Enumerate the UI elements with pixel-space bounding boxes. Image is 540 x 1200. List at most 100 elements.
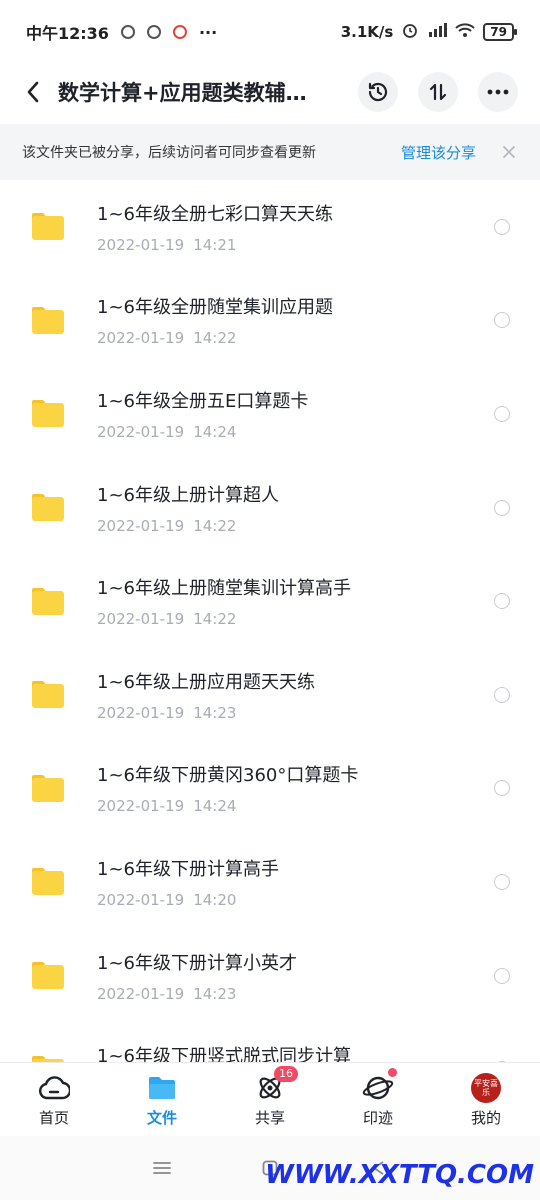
file-name: 1~6年级下册计算高手 <box>97 858 279 880</box>
nav-mine-label: 我的 <box>470 1108 501 1127</box>
atom-share-icon: 16 <box>254 1065 298 1104</box>
folder-icon <box>32 400 64 428</box>
watermark-text: WWW.XXTTQ.COM <box>265 1160 534 1190</box>
chevron-left-icon <box>27 81 39 103</box>
nav-share-label: 共享 <box>254 1108 285 1127</box>
file-row[interactable]: 1~6年级全册随堂集训应用题 2022-01-19 14:22 <box>0 274 540 368</box>
file-name: 1~6年级全册七彩口算天天练 <box>97 203 333 225</box>
file-row[interactable]: 1~6年级下册竖式脱式同步计算 <box>0 1022 540 1062</box>
nav-files-label: 文件 <box>146 1108 177 1127</box>
app-notification-icon-3 <box>172 25 187 39</box>
battery-indicator: 79 <box>483 23 517 41</box>
nav-footprint-label: 印迹 <box>362 1108 393 1127</box>
file-row[interactable]: 1~6年级全册五E口算题卡 2022-01-19 14:24 <box>0 367 540 461</box>
network-speed: 3.1K/s <box>340 23 394 41</box>
file-date: 2022-01-19 <box>97 703 185 722</box>
status-bar: 中午12:36 ··· 3.1K/s 79 <box>0 0 540 64</box>
file-row[interactable]: 1~6年级全册七彩口算天天练 2022-01-19 14:21 <box>0 180 540 274</box>
app-notification-icon <box>120 25 135 39</box>
select-radio[interactable] <box>494 686 510 703</box>
nav-share[interactable]: 16 共享 <box>216 1063 324 1136</box>
file-date: 2022-01-19 <box>97 610 185 629</box>
footprint-dot <box>388 1067 397 1077</box>
history-button[interactable] <box>358 72 398 112</box>
nav-home[interactable]: 首页 <box>0 1063 108 1136</box>
file-timestamp: 2022-01-19 14:23 <box>97 985 494 1003</box>
signal-icon <box>427 22 448 42</box>
file-timestamp: 2022-01-19 14:21 <box>97 236 494 254</box>
file-date: 2022-01-19 <box>97 984 185 1003</box>
select-radio[interactable] <box>494 593 510 610</box>
back-button[interactable] <box>18 72 48 112</box>
share-banner-text: 该文件夹已被分享，后续访问者可同步查看更新 <box>22 145 316 161</box>
file-time: 14:22 <box>193 329 237 348</box>
file-name: 1~6年级下册竖式脱式同步计算 <box>97 1046 351 1062</box>
more-button[interactable] <box>478 72 518 112</box>
file-timestamp: 2022-01-19 14:22 <box>97 329 494 347</box>
file-name: 1~6年级全册五E口算题卡 <box>97 390 309 412</box>
file-row[interactable]: 1~6年级上册应用题天天练 2022-01-19 14:23 <box>0 648 540 742</box>
nav-footprint[interactable]: 印迹 <box>324 1063 432 1136</box>
file-timestamp: 2022-01-19 14:22 <box>97 610 494 628</box>
nav-home-label: 首页 <box>38 1108 69 1127</box>
history-icon <box>368 82 388 102</box>
header: 数学计算+应用题类教辅资料 <box>0 64 540 120</box>
select-radio[interactable] <box>494 499 510 516</box>
file-row[interactable]: 1~6年级上册计算超人 2022-01-19 14:22 <box>0 461 540 555</box>
file-timestamp: 2022-01-19 14:23 <box>97 704 494 722</box>
nav-files[interactable]: 文件 <box>108 1063 216 1136</box>
bottom-nav: 首页 文件 16 共享 印迹 平安喜乐 我的 <box>0 1062 540 1136</box>
file-date: 2022-01-19 <box>97 422 185 441</box>
avatar: 平安喜乐 <box>471 1072 501 1103</box>
file-time: 14:24 <box>193 797 237 816</box>
select-radio[interactable] <box>494 967 510 984</box>
more-notifications: ··· <box>198 22 218 42</box>
menu-icon <box>153 1162 171 1174</box>
folder-icon <box>32 306 64 334</box>
file-time: 14:23 <box>193 984 237 1003</box>
file-date: 2022-01-19 <box>97 516 185 535</box>
file-date: 2022-01-19 <box>97 235 185 254</box>
select-radio[interactable] <box>494 873 510 890</box>
file-time: 14:24 <box>193 422 237 441</box>
select-radio[interactable] <box>494 405 510 422</box>
file-row[interactable]: 1~6年级上册随堂集训计算高手 2022-01-19 14:22 <box>0 554 540 648</box>
file-row[interactable]: 1~6年级下册计算高手 2022-01-19 14:20 <box>0 835 540 929</box>
file-date: 2022-01-19 <box>97 329 185 348</box>
share-banner: 该文件夹已被分享，后续访问者可同步查看更新 管理该分享 <box>0 124 540 180</box>
file-time: 14:20 <box>193 890 237 909</box>
select-radio[interactable] <box>494 780 510 797</box>
folder-icon <box>32 868 64 896</box>
folder-icon <box>32 494 64 522</box>
banner-close-button[interactable] <box>500 143 518 161</box>
folder-icon <box>32 213 64 241</box>
status-time: 中午12:36 <box>26 24 109 43</box>
app-notification-icon-2 <box>146 25 161 39</box>
planet-icon <box>362 1067 397 1104</box>
file-row[interactable]: 1~6年级下册黄冈360°口算题卡 2022-01-19 14:24 <box>0 742 540 836</box>
file-time: 14:21 <box>193 235 237 254</box>
cloud-home-icon <box>38 1072 70 1104</box>
select-radio[interactable] <box>494 218 510 235</box>
file-timestamp: 2022-01-19 14:24 <box>97 423 494 441</box>
file-date: 2022-01-19 <box>97 890 185 909</box>
manage-share-link[interactable]: 管理该分享 <box>401 142 476 163</box>
folder-icon <box>32 774 64 802</box>
file-date: 2022-01-19 <box>97 797 185 816</box>
file-name: 1~6年级全册随堂集训应用题 <box>97 297 333 319</box>
nav-mine[interactable]: 平安喜乐 我的 <box>432 1063 540 1136</box>
file-row[interactable]: 1~6年级下册计算小英才 2022-01-19 14:23 <box>0 929 540 1023</box>
folder-icon <box>32 587 64 615</box>
file-timestamp: 2022-01-19 14:24 <box>97 797 494 815</box>
system-menu-button[interactable] <box>148 1154 176 1182</box>
file-time: 14:22 <box>193 610 237 629</box>
sort-button[interactable] <box>418 72 458 112</box>
wifi-icon <box>455 22 475 42</box>
file-timestamp: 2022-01-19 14:20 <box>97 891 494 909</box>
file-timestamp: 2022-01-19 14:22 <box>97 517 494 535</box>
file-name: 1~6年级下册黄冈360°口算题卡 <box>97 765 359 787</box>
select-radio[interactable] <box>494 312 510 329</box>
alarm-icon <box>401 21 419 43</box>
file-name: 1~6年级上册计算超人 <box>97 484 279 506</box>
more-icon <box>487 89 509 95</box>
